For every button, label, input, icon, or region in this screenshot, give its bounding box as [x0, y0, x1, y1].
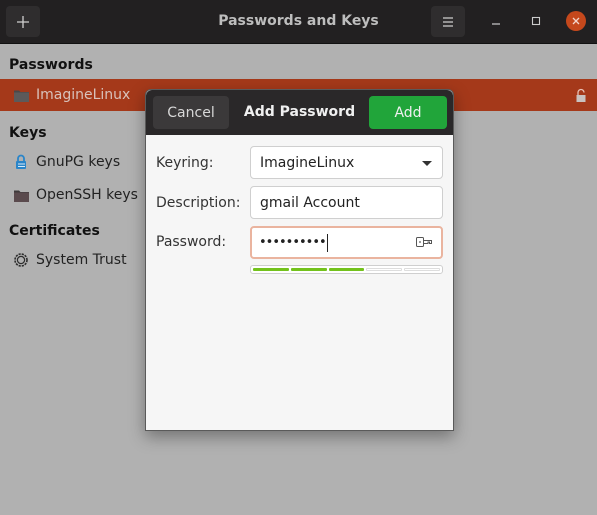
certificates-heading: Certificates [9, 223, 100, 239]
minimize-button[interactable] [486, 11, 506, 31]
description-value: gmail Account [260, 194, 360, 211]
plus-icon [17, 15, 29, 28]
gear-icon [12, 252, 30, 268]
strength-segment [404, 268, 440, 271]
strength-segment [253, 268, 289, 271]
dropdown-arrow-icon [422, 161, 432, 166]
password-field-label: Password: [156, 234, 227, 250]
dialog-header: Cancel Add Password Add [146, 90, 453, 135]
add-button[interactable]: Add [369, 96, 447, 129]
keyring-field-label: Keyring: [156, 155, 214, 171]
close-button[interactable] [566, 11, 586, 31]
description-field-label: Description: [156, 195, 241, 211]
gnupg-keys-label: GnuPG keys [36, 154, 121, 170]
strength-segment [290, 268, 327, 271]
header-bar: Passwords and Keys [0, 0, 597, 44]
description-input[interactable]: gmail Account [250, 186, 443, 219]
close-icon [572, 17, 580, 25]
openssh-keys-label: OpenSSH keys [36, 187, 138, 203]
strength-segment [366, 268, 403, 271]
menu-button[interactable] [431, 6, 465, 37]
hamburger-icon [443, 16, 453, 27]
window-title: Passwords and Keys [218, 13, 379, 29]
keyring-selected-value: ImagineLinux [260, 154, 355, 171]
keys-heading: Keys [9, 125, 47, 141]
gnupg-icon [12, 154, 30, 170]
unlocked-icon[interactable] [575, 88, 587, 107]
key-icon[interactable] [415, 235, 433, 253]
strength-segment [328, 268, 365, 271]
password-masked-value: •••••••••• [259, 235, 327, 250]
text-cursor [326, 233, 328, 252]
cancel-button[interactable]: Cancel [153, 96, 229, 129]
add-password-dialog: Cancel Add Password Add Keyring: Imagine… [145, 89, 454, 431]
password-strength-bar [250, 265, 443, 274]
keyring-dropdown[interactable]: ImagineLinux [250, 146, 443, 179]
folder-icon [12, 187, 30, 203]
maximize-icon [531, 16, 541, 26]
minimize-icon [492, 23, 500, 25]
folder-icon [12, 87, 30, 103]
add-button[interactable] [6, 6, 40, 37]
maximize-button[interactable] [526, 11, 546, 31]
password-input[interactable]: •••••••••• [250, 226, 443, 259]
system-trust-label: System Trust [36, 252, 127, 268]
passwords-heading: Passwords [9, 57, 93, 73]
keyring-label: ImagineLinux [36, 87, 131, 103]
